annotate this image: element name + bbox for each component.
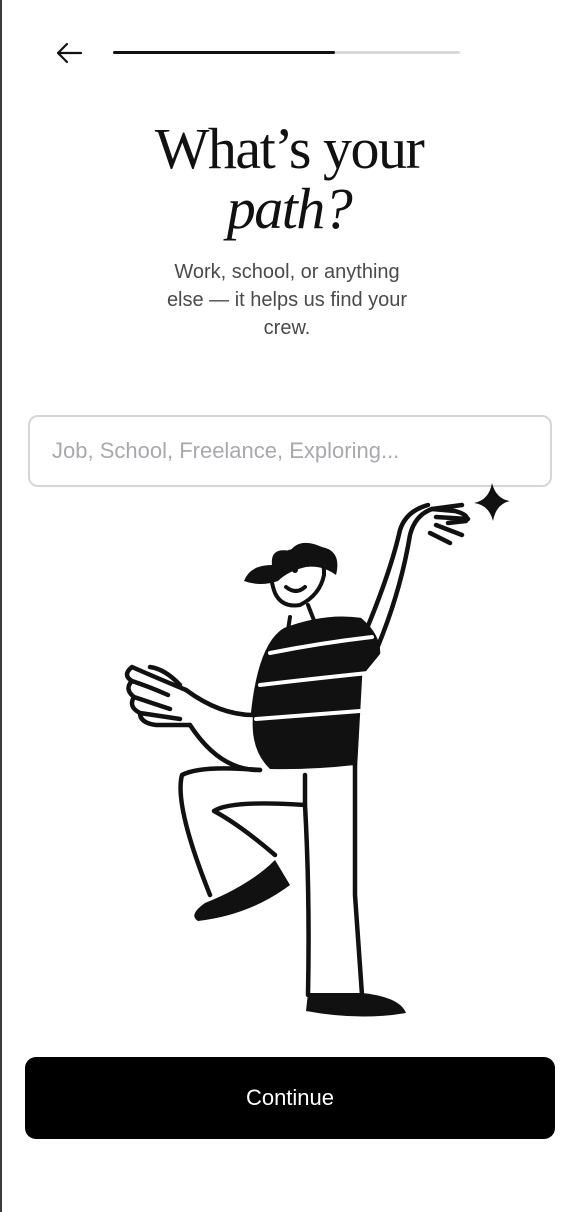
arrow-left-icon bbox=[56, 42, 83, 64]
page-title-line-1: What’s your bbox=[154, 116, 425, 181]
page-title: What’s your path? bbox=[0, 118, 578, 238]
page-subtitle: Work, school, or anything else — it help… bbox=[166, 261, 408, 339]
dancing-person-illustration bbox=[124, 483, 510, 1017]
page-title-line-2: path? bbox=[226, 176, 353, 241]
progress-bar-fill bbox=[113, 51, 336, 54]
progress-bar bbox=[113, 51, 460, 54]
sparkle-icon bbox=[474, 483, 510, 521]
continue-button[interactable]: Continue bbox=[25, 1057, 555, 1139]
back-button[interactable] bbox=[50, 36, 88, 70]
